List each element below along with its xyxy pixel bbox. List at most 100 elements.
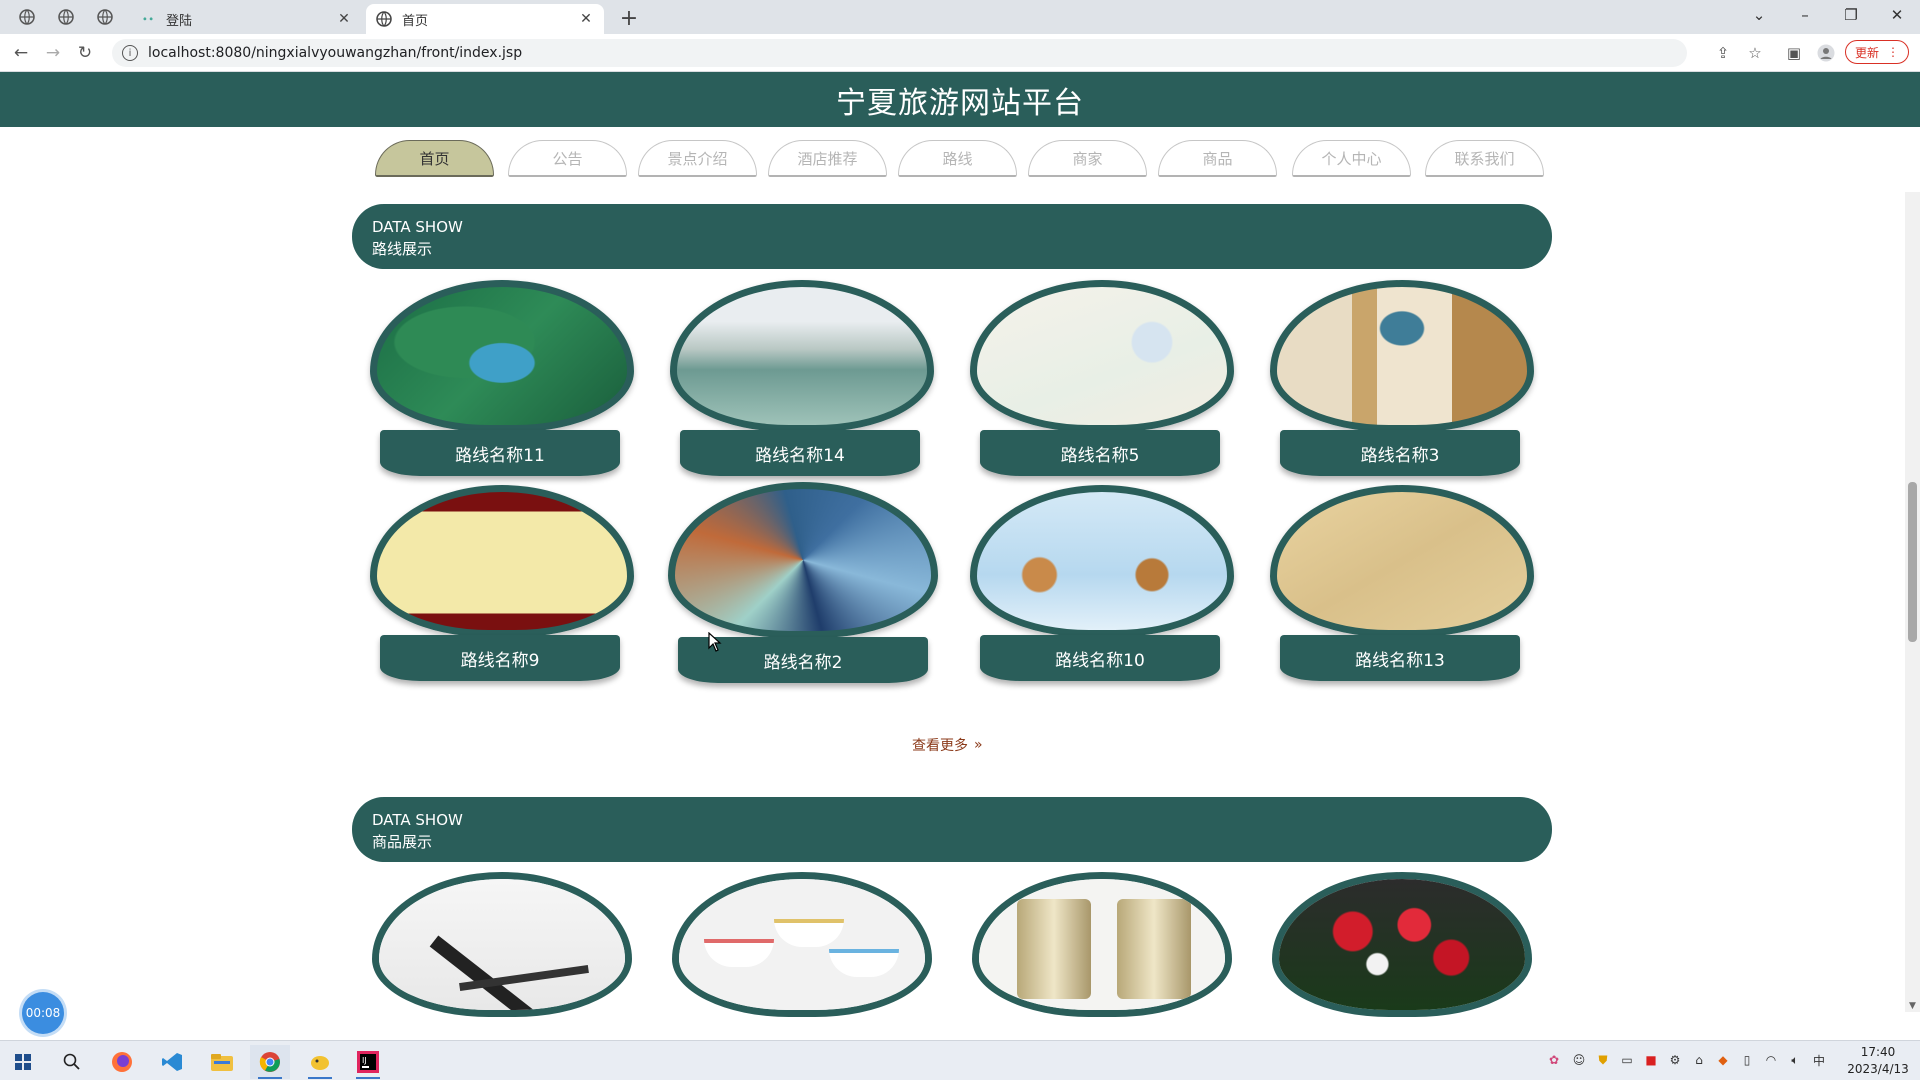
tray-person-icon[interactable]: ☺ — [1570, 1051, 1588, 1069]
chrome-icon[interactable] — [250, 1045, 290, 1079]
nav-home[interactable]: 首页 — [375, 140, 494, 177]
tray-window-icon[interactable]: ▭ — [1618, 1051, 1636, 1069]
clock-date: 2023/4/13 — [1847, 1062, 1909, 1076]
route-image-map — [370, 485, 634, 637]
route-image-map — [970, 280, 1234, 432]
route-name: 路线名称11 — [380, 430, 620, 476]
nav-merchants[interactable]: 商家 — [1028, 140, 1147, 177]
wifi-icon[interactable]: ◠ — [1762, 1051, 1780, 1069]
scroll-down-arrow-icon[interactable]: ▼ — [1906, 1000, 1919, 1012]
route-card[interactable]: 路线名称14 — [670, 280, 934, 480]
route-image-brochure — [1270, 280, 1534, 432]
windows-taskbar: IJ ✿ ☺ ⛊ ▭ ■ ⚙ ⌂ ◆ ▯ ◠ 🔈︎ 中 S 17:40 2023… — [0, 1040, 1920, 1080]
back-button[interactable]: ← — [8, 41, 34, 65]
route-card[interactable]: 路线名称3 — [1270, 280, 1534, 480]
tab-home[interactable]: 首页 ✕ — [366, 4, 604, 34]
close-tab-icon[interactable]: ✕ — [336, 11, 352, 27]
ime-indicator[interactable]: 中 — [1810, 1051, 1828, 1069]
url-text: localhost:8080/ningxialvyouwangzhan/fron… — [148, 45, 523, 61]
tray-network-icon[interactable]: ⌂ — [1690, 1051, 1708, 1069]
nav-notice[interactable]: 公告 — [508, 140, 627, 177]
bookmark-star-icon[interactable]: ☆ — [1744, 42, 1766, 64]
tray-shield-icon[interactable]: ⛊ — [1594, 1051, 1612, 1069]
close-tab-icon[interactable]: ✕ — [578, 11, 594, 27]
route-card[interactable]: 路线名称5 — [970, 280, 1234, 480]
tray-usb-icon[interactable]: ▯ — [1738, 1051, 1756, 1069]
tab-search-chevron-icon[interactable]: ⌄ — [1737, 0, 1781, 30]
route-image-poster — [670, 280, 934, 432]
tray-flower-icon[interactable]: ✿ — [1545, 1051, 1563, 1069]
double-chevron-right-icon: » — [974, 737, 983, 753]
route-image-map — [1270, 485, 1534, 637]
pinned-tab-globe-icon[interactable] — [15, 6, 39, 28]
url-bar[interactable]: i localhost:8080/ningxialvyouwangzhan/fr… — [112, 39, 1687, 67]
minimize-button[interactable]: – — [1783, 0, 1827, 30]
recorder-timer[interactable]: 00:08 — [22, 992, 64, 1034]
tray-gear-icon[interactable]: ⚙ — [1666, 1051, 1684, 1069]
route-card[interactable]: 路线名称11 — [370, 280, 634, 480]
nav-attractions[interactable]: 景点介绍 — [638, 140, 757, 177]
route-card[interactable]: 路线名称13 — [1270, 485, 1534, 685]
address-toolbar: ← → ↻ i localhost:8080/ningxialvyouwangz… — [0, 34, 1920, 72]
site-title: 宁夏旅游网站平台 — [836, 85, 1084, 121]
pinned-tab-globe-icon[interactable] — [54, 6, 78, 28]
scrollbar-thumb[interactable] — [1908, 482, 1917, 642]
product-image-cream-jars[interactable] — [972, 872, 1232, 1017]
search-icon[interactable] — [52, 1045, 92, 1079]
nav-hotels[interactable]: 酒店推荐 — [768, 140, 887, 177]
tab-title: 首页 — [402, 13, 429, 29]
nav-routes[interactable]: 路线 — [898, 140, 1017, 177]
tray-red-app-icon[interactable]: ■ — [1642, 1051, 1660, 1069]
vscode-icon[interactable] — [152, 1045, 192, 1079]
route-name: 路线名称10 — [980, 635, 1220, 681]
share-icon[interactable]: ⇪ — [1712, 42, 1734, 64]
reload-button[interactable]: ↻ — [72, 41, 98, 65]
route-image-collage — [668, 482, 938, 638]
file-explorer-icon[interactable] — [202, 1045, 242, 1079]
update-label: 更新 — [1854, 45, 1879, 60]
route-card[interactable]: 路线名称9 — [370, 485, 634, 685]
globe-icon — [376, 11, 392, 27]
profile-avatar-icon[interactable] — [1815, 42, 1837, 64]
route-name: 路线名称14 — [680, 430, 920, 476]
svg-text:IJ: IJ — [362, 1056, 367, 1065]
view-more-link[interactable]: 查看更多 » — [912, 735, 983, 755]
site-info-icon[interactable]: i — [122, 45, 138, 61]
browser-tab-bar: ∙∙ 登陆 ✕ 首页 ✕ + ⌄ – ❐ ✕ — [0, 0, 1920, 34]
volume-icon[interactable]: 🔈︎ — [1786, 1051, 1804, 1069]
page-scrollbar[interactable] — [1905, 192, 1920, 1012]
restore-button[interactable]: ❐ — [1829, 0, 1873, 30]
update-button[interactable]: 更新 ⋮ — [1845, 40, 1909, 64]
forward-button[interactable]: → — [40, 41, 66, 65]
taskbar-clock[interactable]: 17:40 2023/4/13 — [1838, 1044, 1918, 1078]
nav-personal-center[interactable]: 个人中心 — [1292, 140, 1411, 177]
clock-time: 17:40 — [1860, 1045, 1896, 1059]
close-window-button[interactable]: ✕ — [1875, 0, 1919, 30]
route-name: 路线名称3 — [1280, 430, 1520, 476]
routes-section-header: DATA SHOW 路线展示 — [352, 204, 1552, 269]
tab-login[interactable]: ∙∙ 登陆 ✕ — [130, 4, 362, 34]
tray-orange-app-icon[interactable]: ◆ — [1714, 1051, 1732, 1069]
section-cn-title: 路线展示 — [372, 240, 433, 258]
windows-start-icon[interactable] — [3, 1045, 43, 1079]
product-image-bowls[interactable] — [672, 872, 932, 1017]
side-panel-icon[interactable]: ▣ — [1783, 42, 1805, 64]
new-tab-button[interactable]: + — [616, 5, 642, 31]
app-yellow-icon[interactable] — [300, 1045, 340, 1079]
kebab-menu-icon: ⋮ — [1887, 45, 1899, 59]
product-image-flowers[interactable] — [1272, 872, 1532, 1017]
site-header: 宁夏旅游网站平台 — [0, 72, 1920, 127]
route-name: 路线名称9 — [380, 635, 620, 681]
route-image-map — [370, 280, 634, 432]
intellij-idea-icon[interactable]: IJ — [348, 1045, 388, 1079]
section-en-title: DATA SHOW — [372, 811, 463, 829]
nav-contact[interactable]: 联系我们 — [1425, 140, 1544, 177]
route-card[interactable]: 路线名称10 — [970, 485, 1234, 685]
route-name: 路线名称5 — [980, 430, 1220, 476]
nav-products[interactable]: 商品 — [1158, 140, 1277, 177]
section-en-title: DATA SHOW — [372, 218, 463, 236]
product-image-laptop[interactable] — [372, 872, 632, 1017]
firefox-icon[interactable] — [102, 1045, 142, 1079]
pinned-tab-globe-icon[interactable] — [93, 6, 117, 28]
route-image-infographic — [970, 485, 1234, 637]
